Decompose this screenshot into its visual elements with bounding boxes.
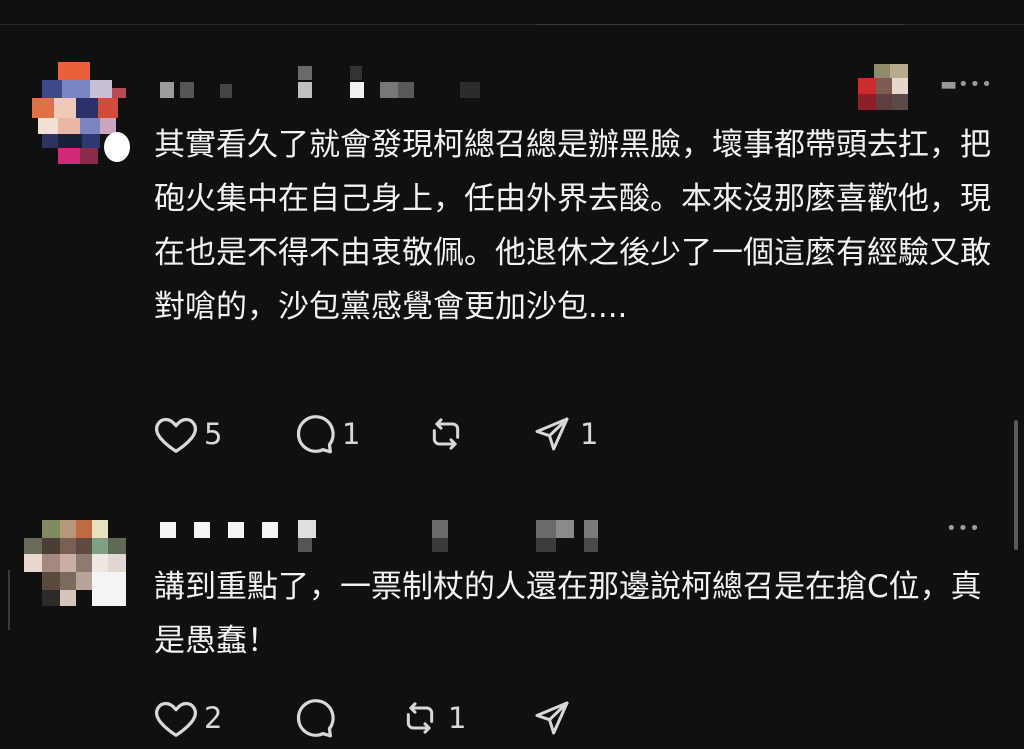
like-count: 2	[204, 701, 223, 735]
more-icon[interactable]: ▬•••	[940, 74, 993, 95]
avatar[interactable]	[32, 62, 130, 166]
redacted-badge	[858, 64, 910, 110]
avatar[interactable]	[24, 520, 128, 608]
comment-icon	[296, 415, 335, 454]
reply-button[interactable]	[292, 698, 342, 738]
thread-line	[8, 570, 10, 630]
repost-icon	[406, 702, 434, 734]
repost-icon	[432, 418, 460, 450]
username-redacted[interactable]	[160, 66, 490, 104]
reply-count: 1	[342, 417, 361, 451]
share-button[interactable]	[530, 698, 580, 738]
repost-button[interactable]: 1	[398, 698, 466, 738]
send-icon	[535, 417, 569, 451]
repost-button[interactable]	[424, 414, 474, 454]
action-bar: 2 1	[154, 698, 654, 738]
username-redacted[interactable]	[160, 518, 620, 552]
like-button[interactable]: 5	[154, 414, 222, 454]
post-text: 其實看久了就會發現柯總召總是辦黑臉，壞事都帶頭去扛，把砲火集中在自己身上，任由外…	[154, 127, 991, 325]
more-icon[interactable]: •••	[946, 518, 981, 539]
top-divider	[535, 24, 905, 25]
action-bar: 5 1 1	[154, 414, 654, 454]
reply-button[interactable]: 1	[292, 414, 360, 454]
comment-icon	[296, 699, 335, 738]
repost-count: 1	[448, 701, 467, 735]
post-text: 講到重點了，一票制杖的人還在那邊說柯總召是在搶C位，真是愚蠢！	[154, 569, 982, 659]
scrollbar[interactable]	[1014, 420, 1018, 550]
like-button[interactable]: 2	[154, 698, 222, 738]
heart-icon	[155, 417, 197, 453]
share-button[interactable]: 1	[530, 414, 598, 454]
heart-icon	[155, 701, 197, 737]
send-icon	[535, 701, 569, 735]
like-count: 5	[204, 417, 223, 451]
share-count: 1	[580, 417, 599, 451]
